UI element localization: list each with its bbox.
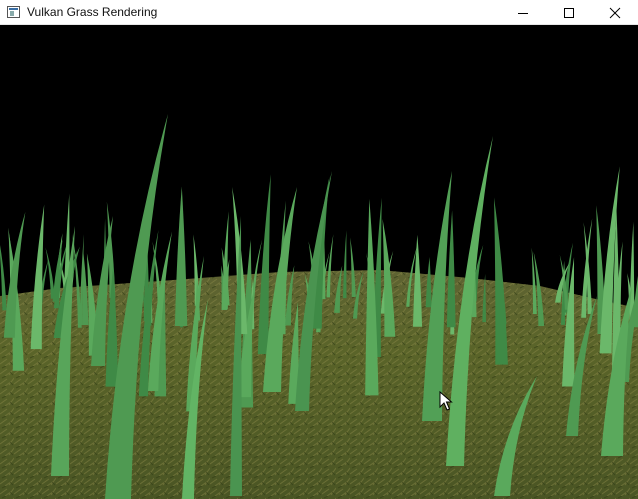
maximize-icon <box>564 7 574 18</box>
render-viewport[interactable] <box>0 26 638 499</box>
app-icon <box>7 6 20 18</box>
grass-scene <box>0 26 638 499</box>
window-title: Vulkan Grass Rendering <box>27 5 158 19</box>
minimize-icon <box>518 12 528 14</box>
close-button[interactable] <box>592 0 638 25</box>
maximize-button[interactable] <box>546 0 592 25</box>
app-window: Vulkan Grass Rendering <box>0 0 638 499</box>
title-bar[interactable]: Vulkan Grass Rendering <box>0 0 638 25</box>
minimize-button[interactable] <box>500 0 546 25</box>
close-icon <box>609 7 621 18</box>
